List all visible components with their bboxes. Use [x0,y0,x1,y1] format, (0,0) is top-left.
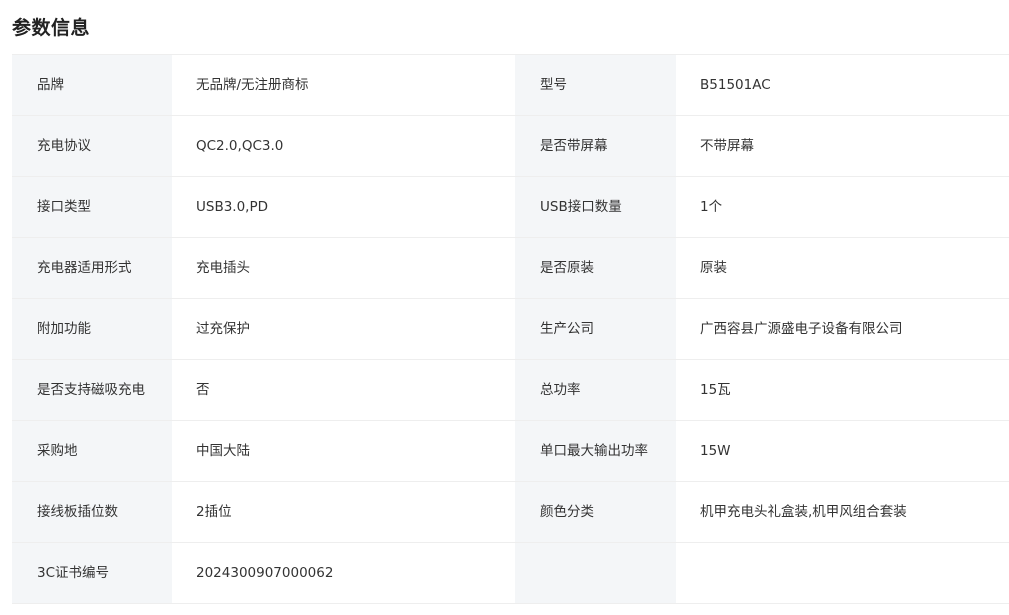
param-value: 原装 [676,238,1009,298]
param-value: 广西容县广源盛电子设备有限公司 [676,299,1009,359]
param-label: 单口最大输出功率 [515,421,676,481]
table-row: 充电器适用形式 充电插头 是否原装 原装 [12,238,1009,299]
param-label: 品牌 [12,55,172,115]
param-value: 过充保护 [172,299,515,359]
param-label: 附加功能 [12,299,172,359]
param-label: 充电器适用形式 [12,238,172,298]
param-label: 是否带屏幕 [515,116,676,176]
param-value: 不带屏幕 [676,116,1009,176]
param-label: 生产公司 [515,299,676,359]
table-row: 采购地 中国大陆 单口最大输出功率 15W [12,421,1009,482]
param-label: 型号 [515,55,676,115]
param-value: 机甲充电头礼盒装,机甲风组合套装 [676,482,1009,542]
param-value: USB3.0,PD [172,177,515,237]
table-row: 3C证书编号 2024300907000062 [12,543,1009,604]
param-value: 2024300907000062 [172,543,515,603]
param-value: 无品牌/无注册商标 [172,55,515,115]
table-row: 接线板插位数 2插位 颜色分类 机甲充电头礼盒装,机甲风组合套装 [12,482,1009,543]
param-label: 是否支持磁吸充电 [12,360,172,420]
param-label: 3C证书编号 [12,543,172,603]
param-value: 充电插头 [172,238,515,298]
table-row: 品牌 无品牌/无注册商标 型号 B51501AC [12,55,1009,116]
table-row: 充电协议 QC2.0,QC3.0 是否带屏幕 不带屏幕 [12,116,1009,177]
param-label: 接口类型 [12,177,172,237]
param-label: 颜色分类 [515,482,676,542]
param-value: 中国大陆 [172,421,515,481]
param-value [676,543,1009,603]
param-value: 15瓦 [676,360,1009,420]
table-row: 接口类型 USB3.0,PD USB接口数量 1个 [12,177,1009,238]
param-label: 接线板插位数 [12,482,172,542]
param-value: B51501AC [676,55,1009,115]
param-label: 充电协议 [12,116,172,176]
param-value: 15W [676,421,1009,481]
table-row: 是否支持磁吸充电 否 总功率 15瓦 [12,360,1009,421]
param-value: 1个 [676,177,1009,237]
param-value: 否 [172,360,515,420]
params-table: 品牌 无品牌/无注册商标 型号 B51501AC 充电协议 QC2.0,QC3.… [12,54,1009,604]
param-label: USB接口数量 [515,177,676,237]
param-label: 总功率 [515,360,676,420]
param-label: 是否原装 [515,238,676,298]
param-label: 采购地 [12,421,172,481]
section-title: 参数信息 [12,17,91,39]
table-row: 附加功能 过充保护 生产公司 广西容县广源盛电子设备有限公司 [12,299,1009,360]
param-value: QC2.0,QC3.0 [172,116,515,176]
param-value: 2插位 [172,482,515,542]
param-label [515,543,676,603]
